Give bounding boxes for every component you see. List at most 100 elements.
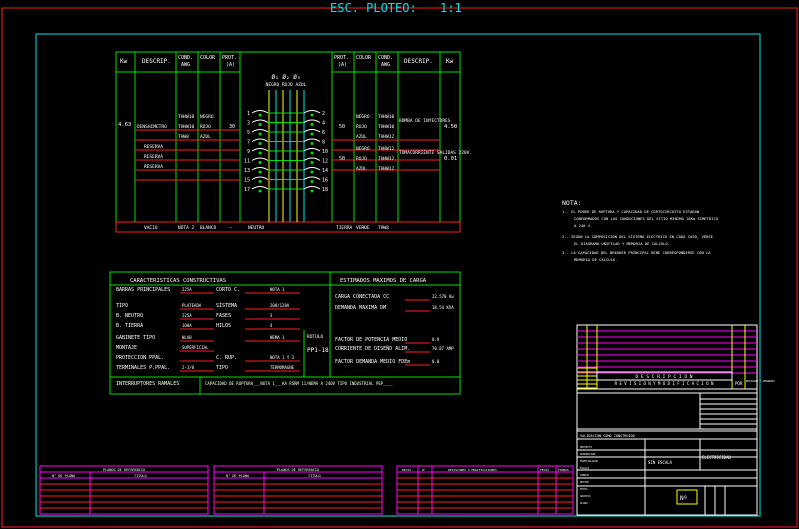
char-label-2: SISTEMA bbox=[216, 303, 237, 309]
cad-drawing: ESC. PLOTEO: 1:1Kw DESCRIP. COND.AWGCOLOR PR… bbox=[1, 1, 798, 528]
breaker-contact-right bbox=[310, 132, 314, 136]
breaker-number-left: 7 bbox=[247, 140, 250, 146]
right-cond-value: THHW12 bbox=[378, 166, 395, 172]
char-value: 2-1/0 bbox=[182, 365, 195, 370]
breaker-contact-left bbox=[258, 142, 262, 145]
char-value: 100A bbox=[182, 323, 192, 328]
right-cond-value: THHW12 bbox=[378, 146, 395, 152]
left-cond-value: THW8 bbox=[178, 134, 189, 140]
breaker-contact-right bbox=[310, 151, 314, 155]
breaker-number-right: 4 bbox=[322, 121, 325, 127]
load-label: CARGA CONECTADA CC bbox=[335, 294, 389, 300]
left-color-value: ROJO bbox=[200, 124, 211, 130]
right-prot-value: 50 bbox=[339, 124, 345, 130]
col-prot-right: PROT. bbox=[334, 55, 349, 61]
right-desc-value: BOMBA DE INYECTORES bbox=[399, 118, 451, 124]
left-color-value: AZUL bbox=[200, 134, 211, 140]
breaker-number-left: 13 bbox=[244, 168, 250, 174]
phase-symbols: Ø₁ Ø₂ Ø₃ bbox=[272, 74, 301, 81]
revision-col-head: FECHA bbox=[540, 468, 549, 472]
footer-verde: VERDE bbox=[356, 225, 370, 231]
breaker-symbol-right bbox=[303, 119, 321, 123]
breaker-number-left: 1 bbox=[247, 111, 250, 117]
info-small-label: ESCALA bbox=[580, 466, 590, 470]
col-amps-right: (A) bbox=[338, 62, 347, 68]
left-reserve-label: RESERVA bbox=[144, 154, 163, 160]
note-line: A 240 V. bbox=[574, 223, 592, 228]
char-value: PLATEADA bbox=[182, 303, 202, 308]
footer-dash: — bbox=[229, 226, 232, 231]
breaker-number-right: 8 bbox=[322, 140, 325, 146]
panel-footer-row bbox=[115, 221, 461, 233]
cad-drawing-viewport: ESC. PLOTEO: 1:1 Kw DESCRIP. COND. AWG COLOR PR… bbox=[0, 0, 799, 529]
footer-neutro: NEUTRO bbox=[248, 225, 265, 231]
char-label: B. TIERRA bbox=[116, 323, 143, 329]
descripcion-label: D E S C R I P C I O N bbox=[636, 374, 693, 380]
breaker-number-left: 9 bbox=[247, 149, 250, 155]
breaker-number-left: 17 bbox=[244, 187, 250, 193]
breaker-contact-left bbox=[258, 161, 262, 164]
reference-table-1-title: PLANOS DE REFERENCIA bbox=[103, 468, 146, 472]
breaker-number-right: 6 bbox=[322, 130, 325, 136]
breaker-number-right: 16 bbox=[322, 178, 328, 184]
char-label: MONTAJE bbox=[116, 345, 137, 351]
breaker-contact-left bbox=[258, 123, 262, 126]
validacion-label: VALIDACION COMO CONSTRUIDO bbox=[580, 434, 635, 438]
char-value-2: 4 bbox=[270, 323, 273, 328]
footer-thw8: THW8 bbox=[378, 225, 389, 231]
rotulo-label: ROTULO bbox=[307, 334, 324, 340]
revision-label: R E V I S I O N Y M O D I F I C A C I O … bbox=[615, 381, 714, 386]
sheet-number: Nº bbox=[680, 495, 687, 502]
breaker-number-right: 2 bbox=[322, 111, 325, 117]
revision-col-head: REVIS bbox=[402, 468, 411, 472]
breaker-symbol-left bbox=[251, 148, 269, 152]
loads-title: ESTIMADOS MAXIMOS DE CARGA bbox=[340, 278, 427, 284]
left-color-value: NEGRO bbox=[200, 114, 214, 120]
char-label-2: HILOS bbox=[216, 323, 231, 329]
char-value-2: 208/120V bbox=[270, 303, 290, 308]
right-color-value: NEGRO bbox=[356, 146, 370, 152]
col-amps-left: (A) bbox=[226, 62, 235, 68]
phase-colors: NEGRO ROJO AZUL bbox=[266, 82, 307, 88]
interrupt-label: INTERRUPTORES RAMALES bbox=[116, 381, 179, 387]
por-label: POR bbox=[735, 381, 743, 386]
revision-stamp: REVISADO Y APROBADO bbox=[746, 379, 775, 383]
reference-table-1-col2: TITULO bbox=[134, 474, 147, 478]
load-value: 22.570 Kw bbox=[432, 294, 454, 299]
plot-scale-label: ESC. PLOTEO: bbox=[330, 1, 417, 15]
breaker-contact-left bbox=[258, 170, 262, 174]
char-value-2: NOTA 1 bbox=[270, 287, 285, 292]
col-descrip-left: DESCRIP. bbox=[142, 58, 171, 65]
breaker-symbol-left bbox=[251, 157, 269, 161]
info-small-label: ESPECIALIDAD bbox=[580, 459, 599, 463]
breaker-number-right: 10 bbox=[322, 149, 328, 155]
char-label: TERMINALES P.PPAL. bbox=[116, 365, 170, 371]
col-awg-left: AWG bbox=[181, 62, 190, 68]
reference-table-1-col1: N° DE PLANO bbox=[52, 474, 75, 478]
characteristics-title: CARACTERISTICAS CONSTRUCTIVAS bbox=[130, 278, 226, 284]
char-label-2: C. RUP. bbox=[216, 355, 237, 361]
revision-col-head: FIRMAS bbox=[558, 468, 569, 472]
info-small-label: ARCHIVO bbox=[580, 494, 591, 498]
char-value-2: TERMOMAGNE bbox=[270, 365, 295, 370]
reference-table-2-title: PLANOS DE REFERENCIA bbox=[277, 468, 320, 472]
load-label: DEMANDA MAXIMA DM bbox=[335, 305, 386, 311]
breaker-number-left: 3 bbox=[247, 121, 250, 127]
breaker-number-right: 14 bbox=[322, 168, 328, 174]
info-small-label: PROYECTO bbox=[580, 445, 593, 449]
left-reserve-label: RESERVA bbox=[144, 164, 163, 170]
reference-table-2-col2: TITULO bbox=[308, 474, 321, 478]
breaker-number-left: 15 bbox=[244, 178, 250, 184]
breaker-symbol-left bbox=[251, 119, 269, 123]
col-color-right: COLOR bbox=[356, 55, 372, 61]
char-value-2: 3 bbox=[270, 313, 273, 318]
note-line: CONFORMADOS CON LAS CONDICIONES DEL SITI… bbox=[574, 216, 719, 221]
left-desc-value: DENSHIMETRO bbox=[137, 124, 167, 130]
breaker-contact-right bbox=[310, 180, 314, 183]
revision-col-head: N° bbox=[422, 468, 426, 472]
note-line: EL DIAGRAMA UNIFILAR Y MEMORIA DE CALCUL… bbox=[574, 241, 670, 246]
char-value-2: NEMA 1 bbox=[270, 335, 285, 340]
load-value: 70.87 AMP bbox=[432, 346, 454, 351]
col-prot-left: PROT. bbox=[222, 55, 237, 61]
info-small-label: PLANO bbox=[580, 501, 588, 505]
